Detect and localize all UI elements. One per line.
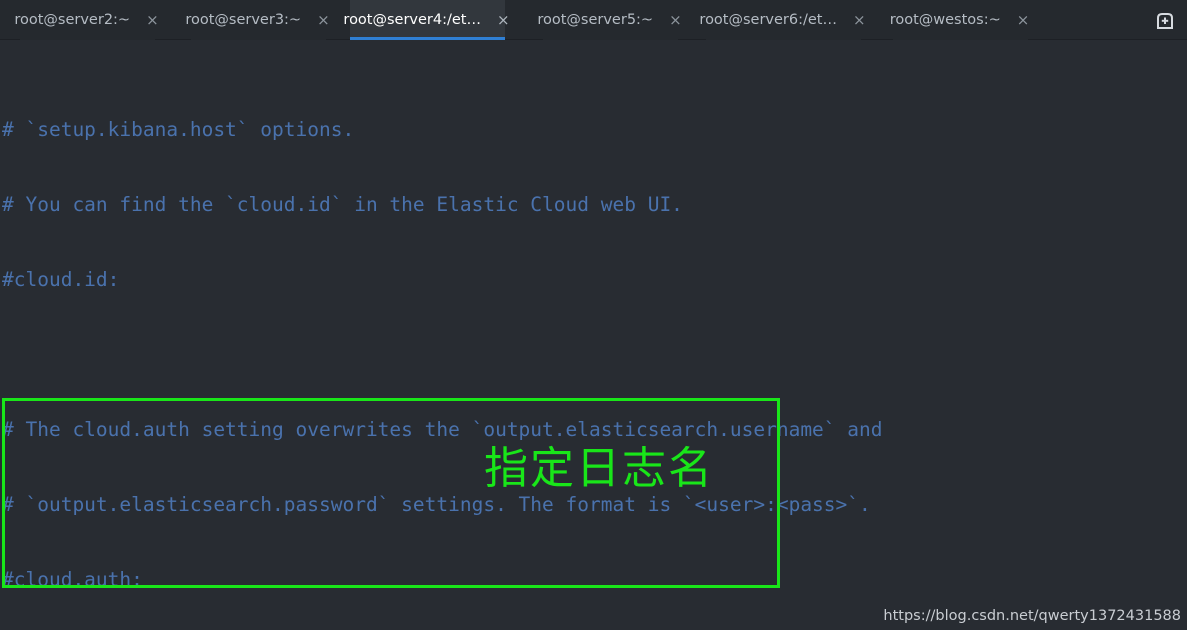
tab-title: root@westos:~	[889, 12, 1001, 28]
new-tab-icon	[1154, 9, 1176, 31]
terminal-screen[interactable]: # `setup.kibana.host` options. # You can…	[0, 40, 1187, 630]
tab-close-icon[interactable]: ×	[667, 12, 684, 28]
line-text: # `setup.kibana.host` options.	[2, 118, 355, 141]
new-tab-button[interactable]	[1143, 0, 1187, 39]
tab-root-server5[interactable]: root@server5:~ ×	[537, 0, 682, 40]
tab-root-server6[interactable]: root@server6:/et… ×	[699, 0, 866, 40]
terminal-line: # The cloud.auth setting overwrites the …	[2, 417, 929, 442]
tab-title: root@server6:/et…	[699, 12, 837, 28]
tab-close-icon[interactable]: ×	[495, 12, 512, 28]
tab-root-server4[interactable]: root@server4:/et… ×	[343, 0, 510, 40]
terminal-line: # `setup.kibana.host` options.	[2, 117, 929, 142]
tab-root-westos[interactable]: root@westos:~ ×	[889, 0, 1029, 40]
terminal-line: # `output.elasticsearch.password` settin…	[2, 492, 929, 517]
line-text: #cloud.id:	[2, 268, 120, 291]
tabbar-left-padding	[0, 0, 20, 39]
tabbar-spacer	[1028, 0, 1143, 39]
tab-title: root@server5:~	[537, 12, 654, 28]
terminal-line: #cloud.id:	[2, 267, 929, 292]
tab-close-icon[interactable]: ×	[851, 12, 868, 28]
line-text: # `output.elasticsearch.password` settin…	[2, 493, 871, 516]
tab-title: root@server3:~	[185, 12, 302, 28]
tab-close-icon[interactable]: ×	[144, 12, 161, 28]
terminal-line: #cloud.auth:	[2, 567, 929, 592]
terminal-line: # You can find the `cloud.id` in the Ela…	[2, 192, 929, 217]
tab-close-icon[interactable]: ×	[315, 12, 332, 28]
line-text: #cloud.auth:	[2, 568, 143, 591]
line-text: # You can find the `cloud.id` in the Ela…	[2, 193, 683, 216]
terminal-tab-bar: root@server2:~ × root@server3:~ × root@s…	[0, 0, 1187, 40]
terminal-text-buffer: # `setup.kibana.host` options. # You can…	[0, 40, 929, 630]
tab-title: root@server4:/et…	[343, 12, 481, 28]
tab-close-icon[interactable]: ×	[1015, 12, 1032, 28]
tab-root-server2[interactable]: root@server2:~ ×	[14, 0, 159, 40]
tab-root-server3[interactable]: root@server3:~ ×	[185, 0, 330, 40]
watermark-url: https://blog.csdn.net/qwerty1372431588	[883, 608, 1181, 624]
line-text: # The cloud.auth setting overwrites the …	[2, 418, 883, 441]
tab-title: root@server2:~	[14, 12, 131, 28]
